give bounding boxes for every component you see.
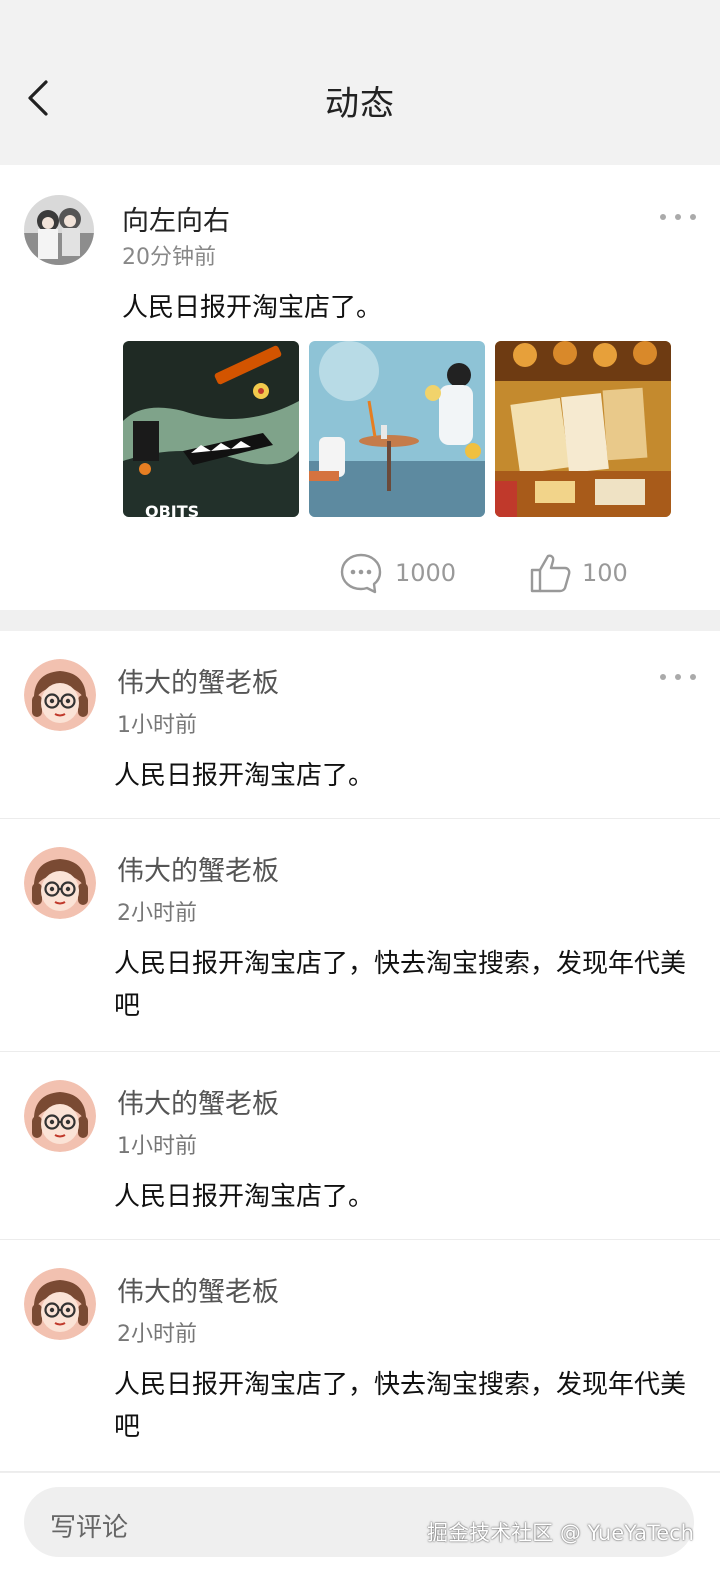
post-timestamp: 20分钟前 xyxy=(122,245,216,270)
comment-username[interactable]: 伟大的蟹老板 xyxy=(117,1082,279,1121)
like-count: 100 xyxy=(582,559,628,587)
comment-count: 1000 xyxy=(395,559,457,587)
like-stat-button[interactable]: 100 xyxy=(529,551,629,597)
illustration-crocodile-image: OBITS xyxy=(123,341,299,517)
comment-icon xyxy=(340,553,382,594)
post-avatar[interactable] xyxy=(24,195,94,265)
comment-username[interactable]: 伟大的蟹老板 xyxy=(117,1270,279,1309)
comment-avatar[interactable] xyxy=(24,1080,96,1152)
svg-text:OBITS: OBITS xyxy=(145,502,199,517)
comment-timestamp: 2小时前 xyxy=(117,1322,197,1347)
more-icon xyxy=(660,214,666,220)
post-image-1[interactable]: OBITS xyxy=(123,341,299,517)
bookstore-photo-image xyxy=(495,341,671,517)
comment-timestamp: 1小时前 xyxy=(117,1134,197,1159)
section-divider xyxy=(0,610,720,631)
like-icon xyxy=(530,554,571,593)
avatar-cartoon-girl-icon xyxy=(24,659,96,731)
comment-text: 人民日报开淘宝店了，快去淘宝搜索，发现年代美吧 xyxy=(114,1370,687,1442)
page-title: 动态 xyxy=(325,84,395,124)
comment-more-button[interactable] xyxy=(658,669,698,685)
comment-avatar[interactable] xyxy=(24,847,96,919)
comment-timestamp: 2小时前 xyxy=(117,901,197,926)
avatar-cartoon-girl-icon xyxy=(24,1080,96,1152)
comment-item[interactable]: 伟大的蟹老板 2小时前 人民日报开淘宝店了，快去淘宝搜索，发现年代美吧 xyxy=(0,1240,720,1472)
comment-bar: 写评论 掘金技术社区 @ YueYaTech xyxy=(0,1472,720,1572)
avatar-image xyxy=(24,195,94,265)
main-post: 向左向右 20分钟前 人民日报开淘宝店了。 OBITS 1000 100 xyxy=(0,165,720,610)
comment-item[interactable]: 伟大的蟹老板 2小时前 人民日报开淘宝店了，快去淘宝搜索，发现年代美吧 xyxy=(0,819,720,1052)
post-text: 人民日报开淘宝店了。 xyxy=(122,293,383,323)
post-image-2[interactable] xyxy=(309,341,485,517)
post-username[interactable]: 向左向右 xyxy=(122,199,230,238)
comment-item[interactable]: 伟大的蟹老板 1小时前 人民日报开淘宝店了。 xyxy=(0,631,720,819)
comment-text: 人民日报开淘宝店了。 xyxy=(114,1182,375,1212)
comment-stat-button[interactable]: 1000 xyxy=(339,551,459,597)
avatar-cartoon-girl-icon xyxy=(24,847,96,919)
comment-avatar[interactable] xyxy=(24,659,96,731)
comment-input-placeholder: 写评论 xyxy=(50,1513,129,1543)
comment-text: 人民日报开淘宝店了。 xyxy=(114,761,375,791)
comment-username[interactable]: 伟大的蟹老板 xyxy=(117,661,279,700)
more-icon xyxy=(660,674,666,680)
comment-text: 人民日报开淘宝店了，快去淘宝搜索，发现年代美吧 xyxy=(114,949,687,1021)
post-image-3[interactable] xyxy=(495,341,671,517)
avatar-cartoon-girl-icon xyxy=(24,1268,96,1340)
comment-timestamp: 1小时前 xyxy=(117,713,197,738)
comment-avatar[interactable] xyxy=(24,1268,96,1340)
comment-username[interactable]: 伟大的蟹老板 xyxy=(117,849,279,888)
illustration-cafe-girl-image xyxy=(309,341,485,517)
watermark-text: 掘金技术社区 @ YueYaTech xyxy=(427,1521,694,1545)
post-more-button[interactable] xyxy=(658,209,698,225)
top-nav-bar: 动态 xyxy=(0,0,720,165)
comment-item[interactable]: 伟大的蟹老板 1小时前 人民日报开淘宝店了。 xyxy=(0,1052,720,1240)
